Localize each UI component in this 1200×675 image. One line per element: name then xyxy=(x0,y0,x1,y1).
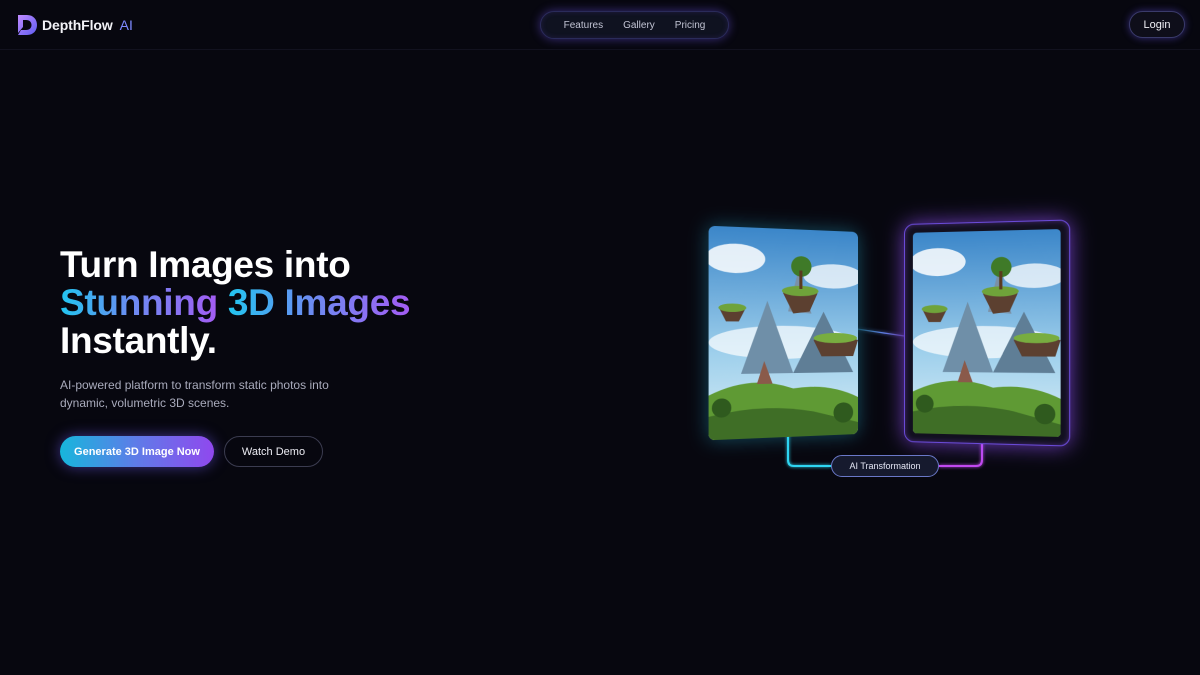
top-nav-bar: DepthFlow AI Features Gallery Pricing Lo… xyxy=(0,0,1200,50)
original-image-card xyxy=(708,225,858,441)
hero-title: Turn Images into Stunning 3D Images Inst… xyxy=(60,244,411,361)
hero-subtitle: AI-powered platform to transform static … xyxy=(60,378,329,410)
hero-title-line-1: Turn Images into xyxy=(60,244,351,285)
hero-illustration: AI Transformation xyxy=(690,210,1090,500)
brand-suffix: AI xyxy=(119,17,133,33)
hero-title-highlight-1: Stunning xyxy=(60,282,218,323)
hero-title-line-2: Stunning 3D Images xyxy=(60,282,411,323)
3d-result-screen xyxy=(912,229,1061,437)
depthflow-logo-icon xyxy=(18,15,37,35)
hero-title-line-3: Instantly. xyxy=(60,320,217,361)
brand-name: DepthFlow xyxy=(42,17,113,33)
brand-logo-link[interactable]: DepthFlow AI xyxy=(16,13,133,37)
nav-link-gallery[interactable]: Gallery xyxy=(623,20,655,31)
main-nav: Features Gallery Pricing xyxy=(540,11,729,39)
generate-3d-button[interactable]: Generate 3D Image Now xyxy=(60,436,214,467)
ai-transformation-badge: AI Transformation xyxy=(831,455,939,477)
floating-islands-image xyxy=(708,225,858,441)
hero-title-highlight-2: 3D Images xyxy=(227,282,411,323)
floating-islands-3d-image xyxy=(912,229,1061,437)
watch-demo-button[interactable]: Watch Demo xyxy=(224,436,323,467)
login-button[interactable]: Login xyxy=(1129,11,1185,38)
nav-link-features[interactable]: Features xyxy=(564,20,603,31)
nav-link-pricing[interactable]: Pricing xyxy=(675,20,706,31)
3d-result-card xyxy=(904,219,1071,447)
